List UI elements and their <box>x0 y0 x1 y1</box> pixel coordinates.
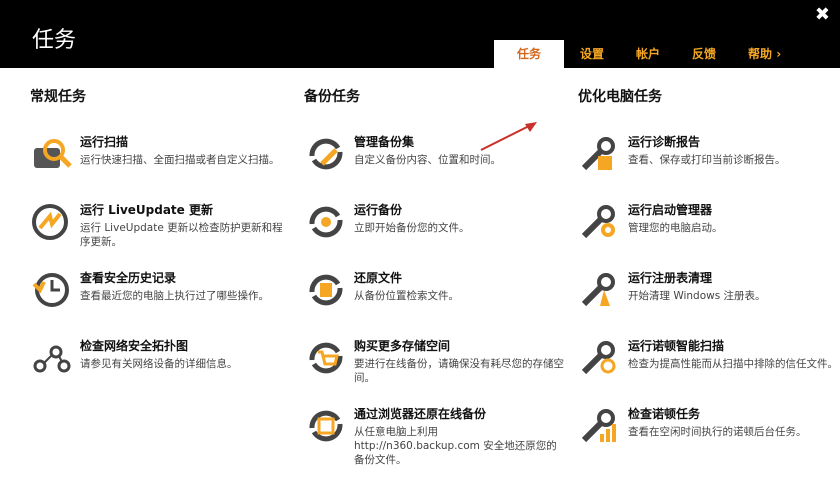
task-name: 通过浏览器还原在线备份 <box>354 407 487 421</box>
task-name: 检查诺顿任务 <box>628 407 701 421</box>
insight-scan-icon <box>578 338 624 378</box>
task-description: 查看最近您的电脑上执行过了哪些操作。 <box>80 290 269 302</box>
task-run-scan[interactable]: 运行扫描 运行快速扫描、全面扫描或者自定义扫描。 <box>30 134 290 202</box>
close-icon[interactable]: ✖ <box>815 4 830 25</box>
task-name: 运行诊断报告 <box>628 135 701 149</box>
task-description: 检查为提高性能而从扫描中排除的信任文件。 <box>628 358 838 370</box>
task-diagnostic-report[interactable]: 运行诊断报告 查看、保存或打印当前诊断报告。 <box>578 134 838 202</box>
task-name: 运行备份 <box>354 203 403 217</box>
background-jobs-icon <box>578 406 624 446</box>
task-insight-scan[interactable]: 运行诺顿智能扫描 检查为提高性能而从扫描中排除的信任文件。 <box>578 338 838 406</box>
diagnostic-report-icon <box>578 134 624 174</box>
tab-tasks[interactable]: 任务 <box>494 40 564 68</box>
optimize-tasks-column: 优化电脑任务 运行诊断报告 查看、保存或打印当前诊断报告。 运行启动管理器 管理… <box>578 86 838 474</box>
task-description: 要进行在线备份，请确保没有耗尽您的存储空间。 <box>354 358 564 384</box>
task-description: 运行快速扫描、全面扫描或者自定义扫描。 <box>80 154 280 166</box>
task-restore-files[interactable]: 还原文件 从备份位置检索文件。 <box>304 270 564 338</box>
task-background-jobs[interactable]: 检查诺顿任务 查看在空闲时间执行的诺顿后台任务。 <box>578 406 838 474</box>
task-network-map[interactable]: 检查网络安全拓扑图 请参见有关网络设备的详细信息。 <box>30 338 290 406</box>
task-description: 运行 LiveUpdate 更新以检查防护更新和程序更新。 <box>80 222 283 248</box>
task-registry-cleanup[interactable]: 运行注册表清理 开始清理 Windows 注册表。 <box>578 270 838 338</box>
backup-tasks-heading: 备份任务 <box>304 89 360 105</box>
task-startup-manager[interactable]: 运行启动管理器 管理您的电脑启动。 <box>578 202 838 270</box>
task-description: 立即开始备份您的文件。 <box>354 222 470 234</box>
network-map-icon <box>30 338 76 378</box>
task-security-history[interactable]: 查看安全历史记录 查看最近您的电脑上执行过了哪些操作。 <box>30 270 290 338</box>
task-name: 运行启动管理器 <box>628 203 713 217</box>
task-buy-storage[interactable]: 购买更多存储空间 要进行在线备份，请确保没有耗尽您的存储空间。 <box>304 338 564 406</box>
window-header: 任务 ✖ 任务 设置 帐户 反馈 帮助 › <box>0 0 840 68</box>
tab-settings[interactable]: 设置 <box>564 40 620 68</box>
task-name: 运行诺顿智能扫描 <box>628 339 725 353</box>
task-description: 查看、保存或打印当前诊断报告。 <box>628 154 786 166</box>
tab-account[interactable]: 帐户 <box>620 40 676 68</box>
run-backup-icon <box>304 202 350 242</box>
annotation-arrow <box>475 116 545 156</box>
task-name: 运行扫描 <box>80 135 129 149</box>
general-tasks-column: 常规任务 运行扫描 运行快速扫描、全面扫描或者自定义扫描。 运行 LiveUpd… <box>30 86 290 406</box>
tab-help[interactable]: 帮助 › <box>732 40 797 68</box>
task-description: 从任意电脑上利用 http://n360.backup.com 安全地还原您的备… <box>354 426 557 466</box>
browser-restore-icon <box>304 406 350 446</box>
backup-sets-icon <box>304 134 350 174</box>
liveupdate-icon <box>30 202 76 242</box>
task-name: 购买更多存储空间 <box>354 339 451 353</box>
task-description: 请参见有关网络设备的详细信息。 <box>80 358 238 370</box>
task-description: 查看在空闲时间执行的诺顿后台任务。 <box>628 426 807 438</box>
registry-cleanup-icon <box>578 270 624 310</box>
optimize-tasks-heading: 优化电脑任务 <box>578 89 662 105</box>
task-browser-restore[interactable]: 通过浏览器还原在线备份 从任意电脑上利用 http://n360.backup.… <box>304 406 564 474</box>
task-name: 运行 LiveUpdate 更新 <box>80 203 213 217</box>
norton-task-window: 任务 ✖ 任务 设置 帐户 反馈 帮助 › 常规任务 运行扫描 运行快速扫描、全… <box>0 0 840 494</box>
general-tasks-heading: 常规任务 <box>30 89 86 105</box>
startup-manager-icon <box>578 202 624 242</box>
tab-bar: 任务 设置 帐户 反馈 帮助 › <box>494 40 797 68</box>
task-description: 管理您的电脑启动。 <box>628 222 723 234</box>
history-icon <box>30 270 76 310</box>
buy-storage-icon <box>304 338 350 378</box>
task-content-panel: 常规任务 运行扫描 运行快速扫描、全面扫描或者自定义扫描。 运行 LiveUpd… <box>0 68 840 494</box>
restore-files-icon <box>304 270 350 310</box>
task-name: 查看安全历史记录 <box>80 271 177 285</box>
task-description: 开始清理 Windows 注册表。 <box>628 290 766 302</box>
task-name: 运行注册表清理 <box>628 271 713 285</box>
tab-feedback[interactable]: 反馈 <box>676 40 732 68</box>
task-description: 从备份位置检索文件。 <box>354 290 459 302</box>
task-liveupdate[interactable]: 运行 LiveUpdate 更新 运行 LiveUpdate 更新以检查防护更新… <box>30 202 290 270</box>
task-run-backup[interactable]: 运行备份 立即开始备份您的文件。 <box>304 202 564 270</box>
task-name: 检查网络安全拓扑图 <box>80 339 189 353</box>
window-title: 任务 <box>32 28 77 53</box>
task-name: 还原文件 <box>354 271 403 285</box>
scan-icon <box>30 134 76 174</box>
